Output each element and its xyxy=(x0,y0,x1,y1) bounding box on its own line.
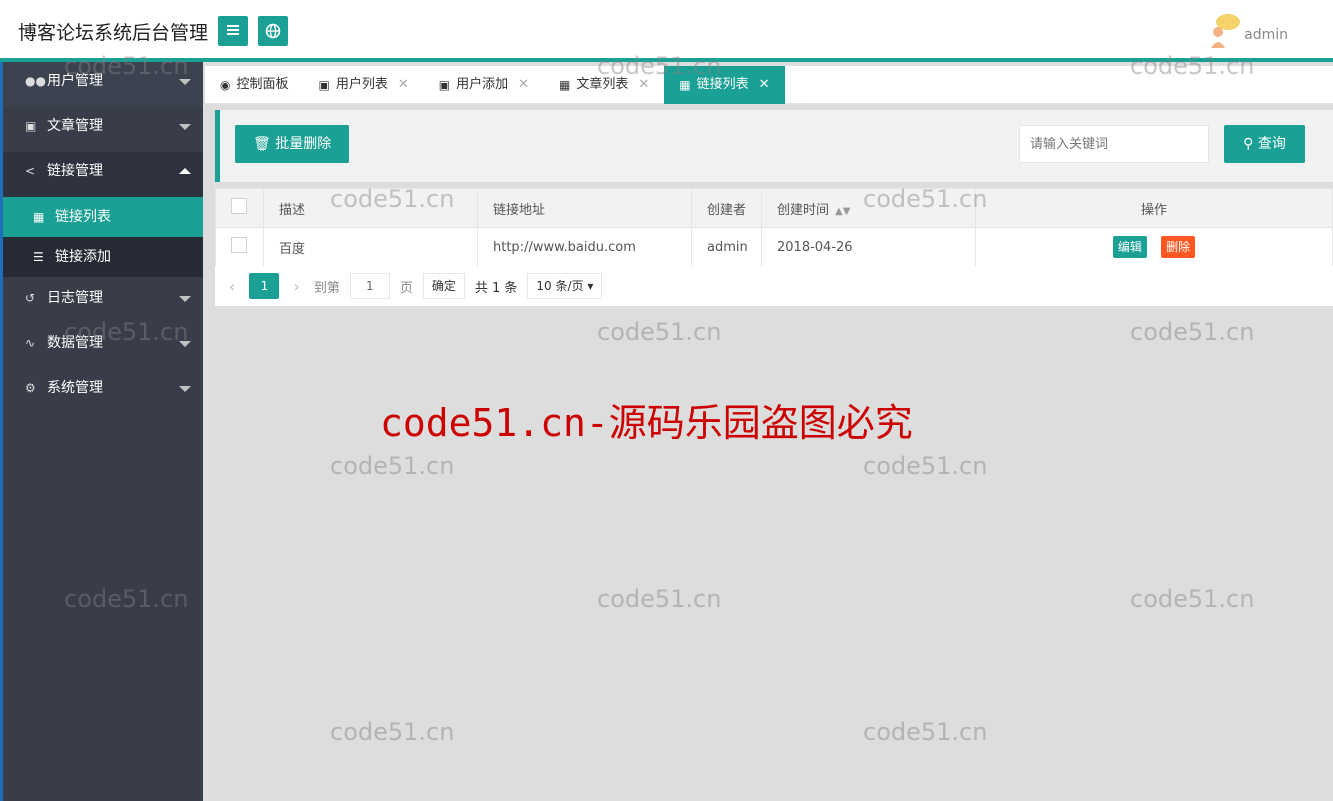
cell-actions: 编辑 删除 xyxy=(975,227,1333,267)
sidebar-item-label: 系统管理 xyxy=(47,380,103,396)
sidebar-subitem-label: 链接添加 xyxy=(55,249,111,265)
user-menu[interactable]: admin xyxy=(1206,10,1288,50)
search-input[interactable] xyxy=(1019,125,1209,163)
doc-icon: ▣ xyxy=(438,78,451,92)
row-select-cell xyxy=(215,227,264,267)
page-size-select[interactable]: 10 条/页 ▾ xyxy=(527,273,603,299)
dashboard-icon: ◉ xyxy=(220,78,231,92)
prev-page-icon[interactable]: ‹ xyxy=(229,277,235,296)
sort-icon[interactable]: ▲▼ xyxy=(835,206,850,217)
doc-icon: ▣ xyxy=(25,119,37,133)
sidebar-subitem-label: 链接列表 xyxy=(55,209,111,225)
tab-label: 用户添加 xyxy=(456,77,509,92)
current-page[interactable]: 1 xyxy=(249,273,280,299)
chevron-down-icon xyxy=(179,341,191,347)
globe-button[interactable] xyxy=(258,16,288,46)
sidebar-item-label: 日志管理 xyxy=(47,290,103,306)
select-all-cell xyxy=(215,188,264,228)
column-header-created[interactable]: 创建时间 ▲▼ xyxy=(761,188,976,228)
share-icon: < xyxy=(25,164,36,178)
username: admin xyxy=(1244,27,1288,43)
delete-button[interactable]: 删除 xyxy=(1161,236,1196,258)
trash-icon: 🗑 xyxy=(253,136,271,152)
search-button[interactable]: ⚲ 查询 xyxy=(1224,125,1305,163)
grid-icon: ▦ xyxy=(559,78,571,92)
cell-creator: admin xyxy=(691,227,762,267)
cell-created: 2018-04-26 xyxy=(761,227,976,267)
close-icon[interactable]: ✕ xyxy=(398,67,409,103)
goto-label: 到第 xyxy=(313,280,340,296)
goto-confirm-button[interactable]: 确定 xyxy=(422,273,465,299)
pulse-icon: ∿ xyxy=(25,336,36,350)
avatar xyxy=(1206,10,1242,50)
sidebar-item-data[interactable]: ∿ 数据管理 xyxy=(3,324,203,369)
tab-label: 控制面板 xyxy=(236,77,289,92)
main-content: 🗑 批量删除 ⚲ 查询 描述 链接地址 创建者 创建时间▲▼ 操作 xyxy=(205,104,1333,801)
cell-desc: 百度 xyxy=(263,227,478,267)
table-header-row: 描述 链接地址 创建者 创建时间 ▲▼ 操作 xyxy=(215,188,1333,228)
chevron-down-icon xyxy=(179,124,191,130)
list-icon: ☰ xyxy=(33,250,44,264)
tab-link-list[interactable]: ▦ 链接列表 ✕ xyxy=(664,66,785,104)
pagination: ‹ 1 › 到第 1 页 确定 共 1 条 10 条/页 ▾ xyxy=(215,266,1333,306)
chevron-up-icon xyxy=(179,168,191,174)
sidebar-item-label: 用户管理 xyxy=(47,73,103,89)
globe-icon xyxy=(265,23,281,39)
column-header: 链接地址 xyxy=(477,188,692,228)
tab-label: 文章列表 xyxy=(576,77,629,92)
gears-icon: ⚙ xyxy=(25,381,36,395)
sidebar-item-label: 链接管理 xyxy=(47,163,103,179)
table-row: 百度 http://www.baidu.com admin 2018-04-26… xyxy=(215,227,1333,267)
sidebar-subitem-link-list[interactable]: ▦ 链接列表 xyxy=(3,197,203,237)
tab-label: 用户列表 xyxy=(335,77,388,92)
sidebar-item-links[interactable]: < 链接管理 xyxy=(3,152,203,197)
app-title: 博客论坛系统后台管理 xyxy=(18,22,209,44)
batch-delete-button[interactable]: 🗑 批量删除 xyxy=(235,125,350,163)
log-icon: ↺ xyxy=(25,291,36,305)
close-icon[interactable]: ✕ xyxy=(759,67,770,103)
search-icon: ⚲ xyxy=(1243,136,1254,152)
cell-url: http://www.baidu.com xyxy=(477,227,692,267)
tab-article-list[interactable]: ▦ 文章列表 ✕ xyxy=(544,66,664,104)
tab-user-list[interactable]: ▣ 用户列表 ✕ xyxy=(304,66,424,104)
tab-bar: ◉ 控制面板 ▣ 用户列表 ✕ ▣ 用户添加 ✕ ▦ 文章列表 ✕ ▦ 链接列表 ✕ xyxy=(205,66,1333,104)
page-unit: 页 xyxy=(399,280,413,296)
column-header: 创建者 xyxy=(691,188,762,228)
users-icon: ●● xyxy=(25,74,46,88)
goto-page-input[interactable]: 1 xyxy=(349,273,390,299)
close-icon[interactable]: ✕ xyxy=(638,67,649,103)
menu-toggle-button[interactable] xyxy=(218,16,248,46)
grid-icon: ▦ xyxy=(679,78,691,92)
tab-label: 链接列表 xyxy=(696,77,749,92)
chevron-down-icon xyxy=(179,386,191,392)
sidebar-item-users[interactable]: ●●用户管理 xyxy=(3,62,203,107)
sidebar-item-logs[interactable]: ↺ 日志管理 xyxy=(3,279,203,324)
link-table: 描述 链接地址 创建者 创建时间 ▲▼ 操作 百度 http://www.baid… xyxy=(215,188,1333,267)
sidebar-subitem-link-add[interactable]: ☰ 链接添加 xyxy=(3,237,203,277)
grid-icon: ▦ xyxy=(33,210,45,224)
tab-dashboard[interactable]: ◉ 控制面板 xyxy=(205,66,304,104)
tab-user-add[interactable]: ▣ 用户添加 ✕ xyxy=(424,66,544,104)
sidebar: ●●用户管理 ▣ 文章管理 < 链接管理 ▦ 链接列表 ☰ 链接添加 ↺ 日志管理 ∿ 数据… xyxy=(0,62,203,801)
column-header: 描述 xyxy=(263,188,478,228)
total-count: 共 1 条 xyxy=(474,280,518,296)
sidebar-item-articles[interactable]: ▣ 文章管理 xyxy=(3,107,203,152)
sidebar-item-label: 数据管理 xyxy=(47,335,103,351)
toolbar: 🗑 批量删除 ⚲ 查询 xyxy=(215,110,1333,182)
sidebar-item-system[interactable]: ⚙ 系统管理 xyxy=(3,369,203,414)
close-icon[interactable]: ✕ xyxy=(518,67,529,103)
select-all-checkbox[interactable] xyxy=(231,198,247,214)
edit-button[interactable]: 编辑 xyxy=(1112,236,1147,258)
top-header: 博客论坛系统后台管理 admin xyxy=(0,0,1333,62)
menu-icon xyxy=(227,25,239,35)
doc-icon: ▣ xyxy=(318,78,330,92)
chevron-down-icon xyxy=(179,296,191,302)
next-page-icon[interactable]: › xyxy=(293,277,299,296)
column-header: 操作 xyxy=(975,188,1333,228)
sidebar-item-label: 文章管理 xyxy=(47,118,103,134)
row-checkbox[interactable] xyxy=(231,237,247,253)
chevron-down-icon xyxy=(179,79,191,85)
